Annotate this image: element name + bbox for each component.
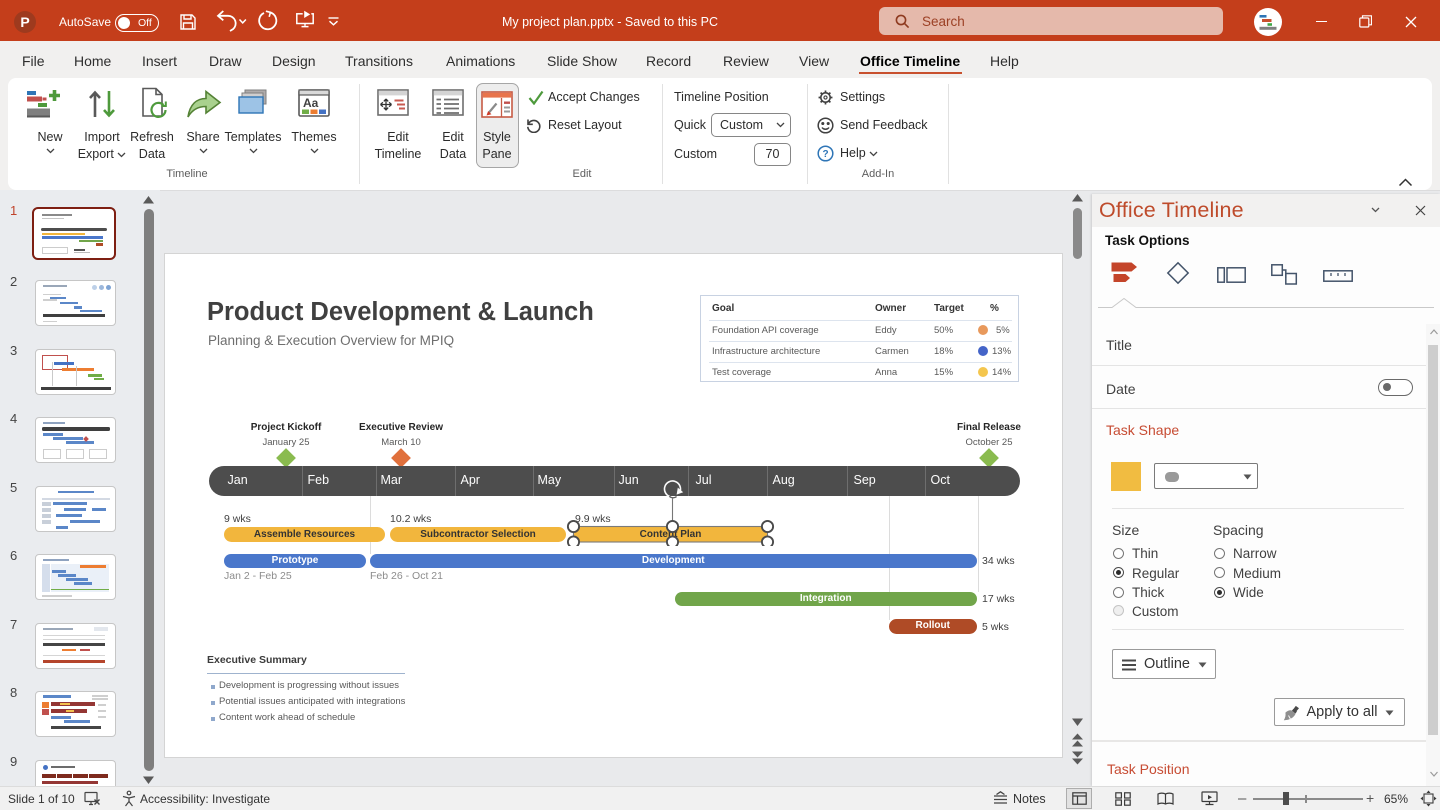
- svg-text:?: ?: [823, 149, 829, 160]
- svg-text:Aa: Aa: [303, 96, 319, 110]
